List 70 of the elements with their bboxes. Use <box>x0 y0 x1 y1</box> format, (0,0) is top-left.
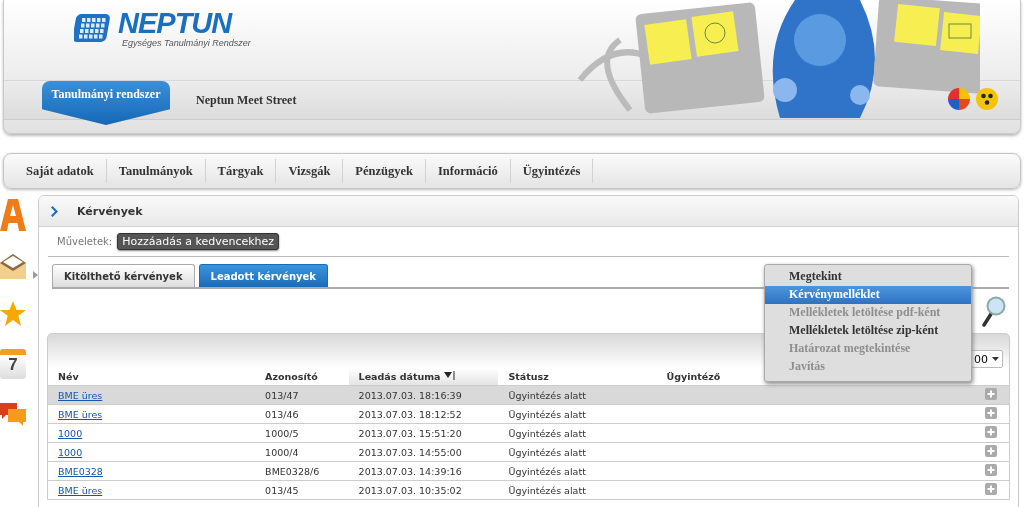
request-name-link[interactable]: BME üres <box>58 389 103 401</box>
plus-icon[interactable] <box>985 407 997 419</box>
tab[interactable]: Kitölthető kérvények <box>52 264 195 287</box>
main-menu-item[interactable]: Tárgyak <box>205 159 277 183</box>
caret-icon <box>992 357 999 361</box>
calendar-icon[interactable]: 7 <box>0 349 26 379</box>
plus-icon[interactable] <box>985 464 997 476</box>
letter-a-icon[interactable] <box>0 199 26 231</box>
request-id: 013/45 <box>255 480 349 499</box>
status-cell: Ügyintézés alatt <box>498 404 657 424</box>
main-menu-item[interactable]: Pénzügyek <box>343 159 426 183</box>
submission-date: 2013.07.03. 14:55:00 <box>348 442 499 462</box>
table-row[interactable]: BME üres 013/45 2013.07.03. 10:35:02 Ügyintézés alatt <box>48 480 1009 499</box>
submission-date: 2013.07.03. 18:12:52 <box>348 404 499 424</box>
submission-date: 2013.07.03. 10:35:02 <box>348 480 499 499</box>
search-icon[interactable] <box>982 295 1006 327</box>
star-icon[interactable] <box>0 301 26 327</box>
envelope-icon[interactable] <box>0 253 26 279</box>
plus-icon[interactable] <box>985 388 997 400</box>
add-favorite-button[interactable]: Hozzáadás a kedvencekhez <box>117 233 280 250</box>
table-row[interactable]: 1000 1000/4 2013.07.03. 14:55:00 Ügyintézés alatt <box>48 442 1009 462</box>
main-menu-item[interactable]: Saját adatok <box>14 159 107 183</box>
table-row[interactable]: BME üres 013/46 2013.07.03. 18:12:52 Ügyintézés alatt <box>48 404 1009 424</box>
chevron-icon <box>51 205 59 217</box>
column-header[interactable]: Státusz <box>498 368 657 386</box>
request-name-link[interactable]: BME0328 <box>58 465 103 477</box>
system-tab[interactable]: Neptun Meet Street <box>190 92 303 108</box>
main-menu-item[interactable]: Vizsgák <box>276 159 344 183</box>
color-theme-icon[interactable] <box>948 88 970 110</box>
column-header[interactable]: Leadás dátuma <box>348 368 499 386</box>
sort-descending-icon <box>443 371 455 380</box>
context-menu-item[interactable]: Kérvénymelléklet <box>765 286 971 304</box>
main-menu-item[interactable]: Ügyintézés <box>510 159 594 183</box>
request-id: BME0328/6 <box>255 461 349 481</box>
actions-label: Műveletek: <box>57 236 113 247</box>
submission-date: 2013.07.03. 18:16:39 <box>348 385 499 405</box>
table-row[interactable]: BME0328 BME0328/6 2013.07.03. 14:39:16 Ügyintézés alatt <box>48 461 1009 481</box>
plus-icon[interactable] <box>985 426 997 438</box>
tab[interactable]: Leadott kérvények <box>198 264 328 287</box>
logo-name: NEPTUN <box>118 8 234 38</box>
context-menu-item[interactable]: Megtekint <box>765 268 971 286</box>
table-row[interactable]: 1000 1000/5 2013.07.03. 15:51:20 Ügyintézés alatt <box>48 423 1009 443</box>
request-id: 013/47 <box>255 385 349 405</box>
status-cell: Ügyintézés alatt <box>498 442 657 462</box>
submission-date: 2013.07.03. 14:39:16 <box>348 461 499 481</box>
table-row[interactable]: BME üres 013/47 2013.07.03. 18:16:39 Ügyintézés alatt <box>48 385 1009 405</box>
request-name-link[interactable]: BME üres <box>58 484 103 496</box>
page-size-select[interactable]: 00 <box>970 350 1003 368</box>
status-cell: Ügyintézés alatt <box>498 385 657 405</box>
expand-arrow-icon[interactable] <box>33 271 38 279</box>
status-cell: Ügyintézés alatt <box>498 480 657 499</box>
request-id: 013/46 <box>255 404 349 424</box>
logo-subtitle: Egységes Tanulmányi Rendszer <box>122 38 251 48</box>
main-menu-item[interactable]: Tanulmányok <box>106 159 206 183</box>
request-name-link[interactable]: BME üres <box>58 408 103 420</box>
request-id: 1000/5 <box>255 423 349 443</box>
request-name-link[interactable]: 1000 <box>58 427 83 439</box>
status-cell: Ügyintézés alatt <box>498 461 657 481</box>
plus-icon[interactable] <box>985 445 997 457</box>
system-tab[interactable]: Tanulmányi rendszer <box>42 81 170 125</box>
main-menu-item[interactable]: Információ <box>426 159 511 183</box>
context-menu-item[interactable]: Mellékletek letöltése zip-ként <box>765 322 971 340</box>
status-cell: Ügyintézés alatt <box>498 423 657 443</box>
page-title: Kérvények <box>77 204 143 218</box>
request-id: 1000/4 <box>255 442 349 462</box>
column-header[interactable]: Név <box>48 368 256 386</box>
request-name-link[interactable]: 1000 <box>58 446 83 458</box>
plus-icon[interactable] <box>985 483 997 495</box>
column-header[interactable]: Azonosító <box>255 368 349 386</box>
submission-date: 2013.07.03. 15:51:20 <box>348 423 499 443</box>
